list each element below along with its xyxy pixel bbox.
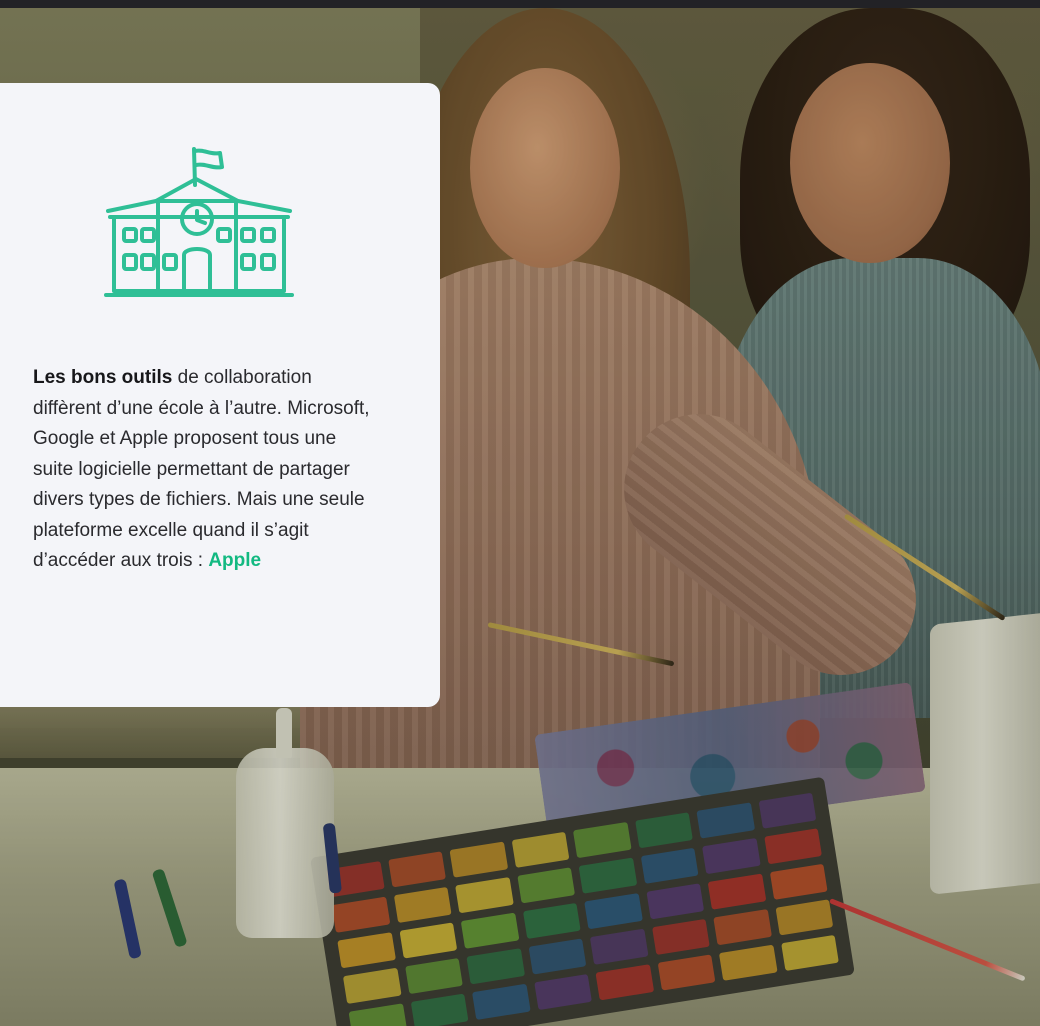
school-building-icon xyxy=(104,147,294,297)
card-text-highlight: Apple xyxy=(208,550,262,571)
info-card: Les bons outils de collaboration diffère… xyxy=(0,83,440,707)
card-text-bold: Les bons outils xyxy=(33,367,173,388)
page: Les bons outils de collaboration diffère… xyxy=(0,0,1040,1026)
card-text-body: de collaboration diffèrent d’une école à… xyxy=(33,367,370,571)
card-description: Les bons outils de collaboration diffère… xyxy=(33,363,373,577)
top-bar xyxy=(0,0,1040,8)
